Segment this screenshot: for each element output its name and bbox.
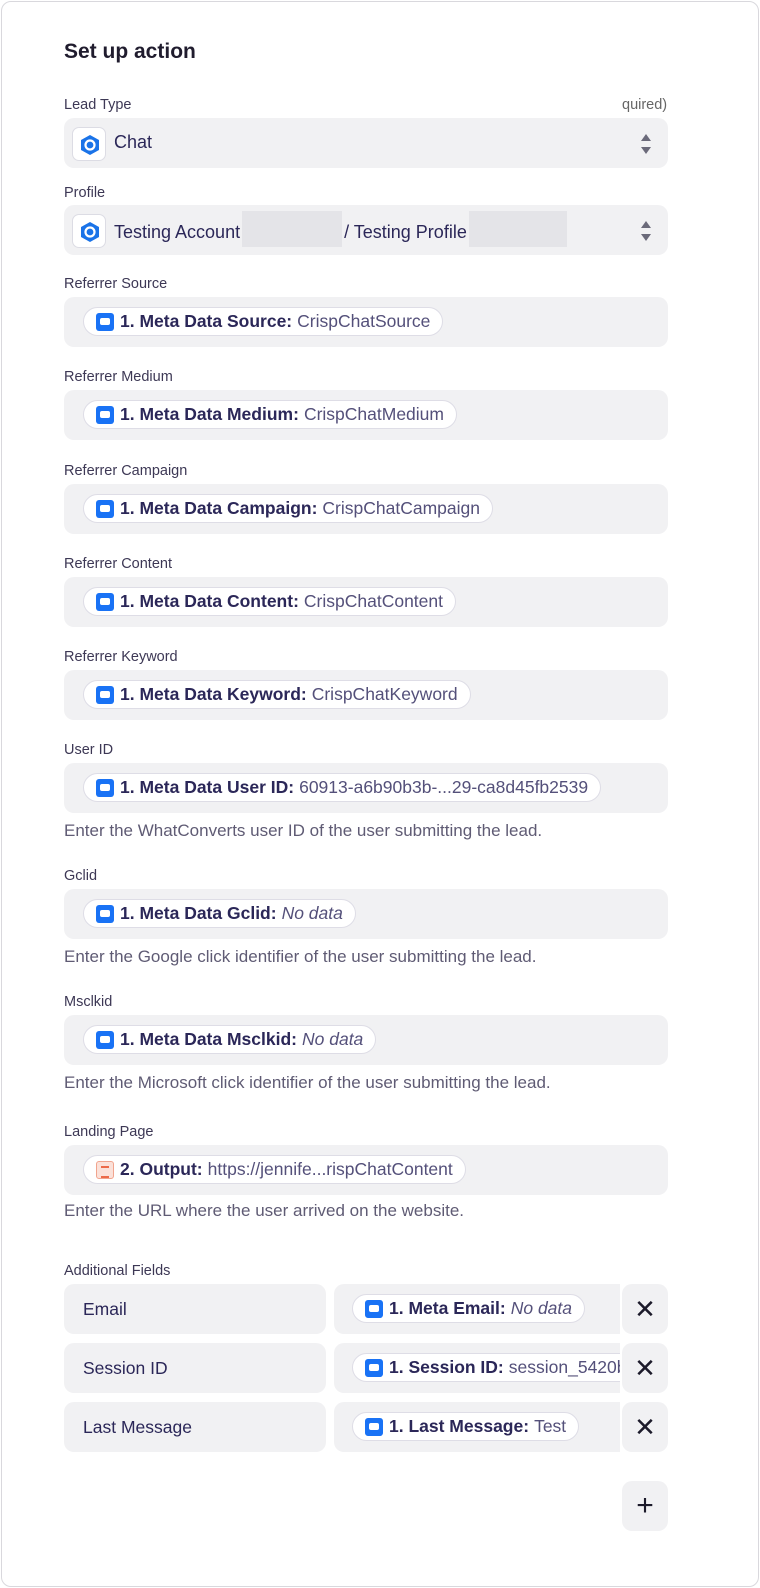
pill-key: 1. Last Message: <box>389 1416 530 1436</box>
pill-key: 1. Meta Data Medium: <box>120 404 299 424</box>
landing-page-help: Enter the URL where the user arrived on … <box>64 1201 465 1220</box>
referrer-content-input[interactable]: 1. Meta Data Content: CrispChatContent <box>64 577 668 627</box>
gclid-help: Enter the Google click identifier of the… <box>64 947 537 966</box>
mapped-field-pill[interactable]: 1. Meta Data Gclid: No data <box>83 899 356 928</box>
referrer-campaign-label: Referrer Campaign <box>64 463 188 479</box>
mapped-field-pill[interactable]: 1. Meta Data Source: CrispChatSource <box>83 307 444 336</box>
redacted-block <box>468 211 567 247</box>
page-title: Set up action <box>64 40 196 63</box>
mapped-field-pill[interactable]: 1. Meta Data Msclkid: No data <box>83 1025 377 1054</box>
gclid-label: Gclid <box>64 868 98 884</box>
lead-type-value: Chat <box>114 132 153 152</box>
additional-field-value-last-message[interactable]: 1. Last Message: Test <box>334 1402 620 1452</box>
msclkid-label: Msclkid <box>64 994 113 1010</box>
referrer-medium-input[interactable]: 1. Meta Data Medium: CrispChatMedium <box>64 390 668 440</box>
landing-page-input[interactable]: 2. Output: https://jennife...rispChatCon… <box>64 1145 668 1195</box>
pill-value: CrispChatKeyword <box>311 684 458 704</box>
user-id-help: Enter the WhatConverts user ID of the us… <box>64 821 543 840</box>
pill-key: 1. Meta Data Content: <box>120 591 299 611</box>
referrer-content-label: Referrer Content <box>64 556 172 572</box>
pill-value: CrispChatMedium <box>303 404 444 424</box>
pill-key: 1. Meta Data Keyword: <box>120 684 307 704</box>
referrer-campaign-input[interactable]: 1. Meta Data Campaign: CrispChatCampaign <box>64 484 668 534</box>
pill-value: No data <box>302 1029 364 1049</box>
required-note: quired) <box>622 97 668 113</box>
pill-key: 1. Meta Data Campaign: <box>120 498 318 518</box>
profile-account: Testing Account <box>114 221 241 242</box>
whatconverts-icon <box>72 127 106 161</box>
referrer-medium-label: Referrer Medium <box>64 369 173 385</box>
pill-key: 1. Meta Data Msclkid: <box>120 1029 297 1049</box>
crisp-icon <box>96 499 114 518</box>
remove-field-button[interactable]: ✕ <box>622 1402 668 1452</box>
referrer-keyword-label: Referrer Keyword <box>64 649 178 665</box>
remove-field-button[interactable]: ✕ <box>622 1284 668 1334</box>
profile-name: / Testing Profile <box>344 221 467 242</box>
crisp-icon <box>96 685 114 704</box>
additional-field-key-session-id[interactable]: Session ID <box>64 1343 326 1393</box>
profile-select[interactable]: Testing Account / Testing Profile <box>64 205 668 255</box>
user-id-label: User ID <box>64 742 114 758</box>
crisp-icon <box>365 1417 383 1436</box>
pill-value: CrispChatSource <box>297 311 431 331</box>
pill-key: 1. Session ID: <box>389 1357 504 1377</box>
crisp-icon <box>96 1030 114 1049</box>
referrer-keyword-input[interactable]: 1. Meta Data Keyword: CrispChatKeyword <box>64 670 668 720</box>
redacted-block <box>242 211 343 247</box>
pill-key: 1. Meta Data Gclid: <box>120 903 277 923</box>
select-arrows-icon <box>640 221 652 241</box>
crisp-icon <box>96 405 114 424</box>
pill-value: 60913-a6b90b3b-...29-ca8d45fb2539 <box>299 777 589 797</box>
mapped-field-pill[interactable]: 1. Meta Data User ID: 60913-a6b90b3b-...… <box>83 773 602 802</box>
crisp-icon <box>96 904 114 923</box>
mapped-field-pill[interactable]: 1. Meta Data Keyword: CrispChatKeyword <box>83 680 471 709</box>
crisp-icon <box>96 312 114 331</box>
crisp-icon <box>365 1358 383 1377</box>
referrer-source-label: Referrer Source <box>64 276 168 292</box>
mapped-field-pill[interactable]: 1. Session ID: session_5420b <box>352 1353 620 1382</box>
profile-label: Profile <box>64 185 106 201</box>
lead-type-select[interactable]: Chat <box>64 118 668 168</box>
additional-fields-label: Additional Fields <box>64 1263 171 1279</box>
mapped-field-pill[interactable]: 1. Meta Data Campaign: CrispChatCampaign <box>83 494 493 523</box>
pill-value: No data <box>281 903 343 923</box>
mapped-field-pill[interactable]: 1. Meta Data Content: CrispChatContent <box>83 587 457 616</box>
crisp-icon <box>365 1299 383 1318</box>
pill-key: 1. Meta Data Source: <box>120 311 293 331</box>
add-field-button[interactable]: + <box>622 1481 668 1531</box>
referrer-source-input[interactable]: 1. Meta Data Source: CrispChatSource <box>64 297 668 347</box>
additional-field-key-last-message[interactable]: Last Message <box>64 1402 326 1452</box>
pill-value: CrispChatCampaign <box>322 498 480 518</box>
lead-type-label: Lead Type <box>64 97 132 113</box>
mapped-field-pill[interactable]: 1. Last Message: Test <box>352 1412 580 1441</box>
pill-key: 1. Meta Email: <box>389 1298 506 1318</box>
additional-field-value-email[interactable]: 1. Meta Email: No data <box>334 1284 620 1334</box>
mapped-field-pill[interactable]: 1. Meta Data Medium: CrispChatMedium <box>83 400 457 429</box>
pill-value: No data <box>510 1298 573 1318</box>
gclid-input[interactable]: 1. Meta Data Gclid: No data <box>64 889 668 939</box>
pill-value: https://jennife...rispChatContent <box>207 1159 453 1179</box>
mapped-field-pill[interactable]: 2. Output: https://jennife...rispChatCon… <box>83 1155 466 1184</box>
crisp-icon <box>96 592 114 611</box>
crisp-icon <box>96 778 114 797</box>
additional-field-value-session-id[interactable]: 1. Session ID: session_5420b <box>334 1343 620 1393</box>
profile-value: Testing Account / Testing Profile <box>114 211 569 247</box>
whatconverts-icon <box>72 214 106 248</box>
remove-field-button[interactable]: ✕ <box>622 1343 668 1393</box>
pill-value: CrispChatContent <box>303 591 444 611</box>
msclkid-input[interactable]: 1. Meta Data Msclkid: No data <box>64 1015 668 1065</box>
landing-page-label: Landing Page <box>64 1124 154 1140</box>
user-id-input[interactable]: 1. Meta Data User ID: 60913-a6b90b3b-...… <box>64 763 668 813</box>
select-arrows-icon <box>640 134 652 154</box>
formatter-icon <box>96 1160 114 1179</box>
pill-value: Test <box>534 1416 567 1436</box>
additional-field-key-email[interactable]: Email <box>64 1284 326 1334</box>
mapped-field-pill[interactable]: 1. Meta Email: No data <box>352 1294 586 1323</box>
pill-key: 2. Output: <box>120 1159 203 1179</box>
pill-value: session_5420b <box>508 1357 620 1377</box>
pill-key: 1. Meta Data User ID: <box>120 777 295 797</box>
msclkid-help: Enter the Microsoft click identifier of … <box>64 1073 551 1092</box>
